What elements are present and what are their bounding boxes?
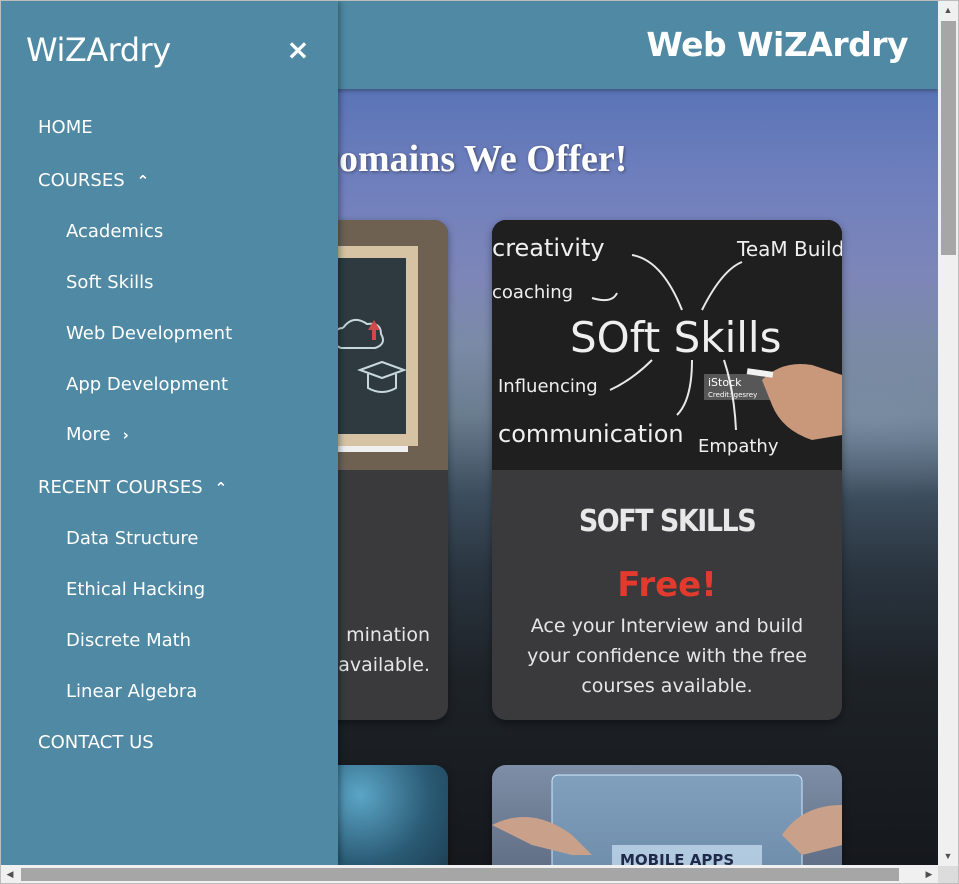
card-desc-soft-skills: Ace your Interview and build your confid…	[527, 615, 807, 697]
sidebar-item-label: Ethical Hacking	[66, 579, 206, 600]
credit-label: Credit: gesrey	[708, 391, 757, 399]
scroll-up-arrow-icon[interactable]: ▲	[938, 1, 958, 19]
mobile-apps-text: MOBILE APPS	[620, 851, 734, 865]
card-image-soft-skills: creativity coaching TeaM Building SOft S…	[492, 220, 842, 470]
word-empathy: Empathy	[698, 436, 779, 457]
sidebar-item-linear-algebra[interactable]: Linear Algebra	[66, 681, 197, 702]
istock-label: iStock	[708, 376, 742, 389]
scroll-left-arrow-icon[interactable]: ◀	[1, 866, 19, 883]
sidebar-item-recent-courses[interactable]: RECENT COURSES ⌃	[38, 477, 227, 498]
chevron-right-icon: ›	[122, 425, 129, 444]
sidebar-item-label: Academics	[66, 221, 164, 242]
sidebar-item-soft-skills[interactable]: Soft Skills	[66, 272, 153, 293]
course-card-soft-skills[interactable]: creativity coaching TeaM Building SOft S…	[492, 220, 842, 720]
sidebar-item-ethical-hacking[interactable]: Ethical Hacking	[66, 579, 205, 600]
sidebar-brand[interactable]: WiZArdry	[26, 31, 171, 69]
sidebar-item-app-development[interactable]: App Development	[66, 374, 228, 395]
sidebar-item-label: Linear Algebra	[66, 681, 198, 702]
sidebar-item-web-development[interactable]: Web Development	[66, 323, 232, 344]
sidebar-item-academics[interactable]: Academics	[66, 221, 163, 242]
word-communication: communication	[498, 420, 684, 448]
sidebar-item-label: CONTACT US	[38, 732, 154, 753]
word-influencing: Influencing	[498, 376, 598, 397]
word-creativity: creativity	[492, 234, 605, 262]
sidebar-drawer: WiZArdry × HOME COURSES ⌃ Academics Soft…	[1, 1, 338, 865]
vertical-scrollbar[interactable]: ▲ ▼	[938, 1, 958, 865]
chevron-up-icon: ⌃	[214, 478, 228, 497]
sidebar-item-label: HOME	[38, 117, 93, 138]
sidebar-item-label: COURSES	[38, 170, 125, 191]
vertical-scroll-thumb[interactable]	[941, 21, 956, 255]
close-icon[interactable]: ×	[285, 36, 311, 64]
site-title[interactable]: Web WiZArdry	[646, 25, 908, 64]
sidebar-item-label: Web Development	[66, 323, 233, 344]
sidebar-item-data-structure[interactable]: Data Structure	[66, 528, 198, 549]
mobile-apps-illustration: MOBILE APPS	[492, 774, 842, 865]
page-viewport: Web WiZArdry Domains We Offer! mination …	[1, 1, 938, 865]
sidebar-item-label: Soft Skills	[66, 272, 154, 293]
sidebar-item-label: More	[66, 424, 111, 445]
card-price-soft-skills: Free!	[617, 565, 717, 605]
soft-skills-chalkboard: creativity coaching TeaM Building SOft S…	[492, 220, 842, 470]
card-image-app: MOBILE APPS	[492, 765, 842, 865]
scrollbar-corner	[938, 866, 958, 883]
course-card-app[interactable]: MOBILE APPS	[492, 765, 842, 865]
scroll-right-arrow-icon[interactable]: ▶	[920, 866, 938, 883]
sidebar-item-home[interactable]: HOME	[38, 117, 93, 138]
sidebar-item-label: App Development	[66, 374, 229, 395]
sidebar-item-courses[interactable]: COURSES ⌃	[38, 170, 149, 191]
card-title-soft-skills: SOFT SKILLS	[578, 504, 757, 539]
sidebar-item-discrete-math[interactable]: Discrete Math	[66, 630, 191, 651]
word-team-building: TeaM Building	[736, 237, 842, 261]
sidebar-item-label: Data Structure	[66, 528, 199, 549]
sidebar-item-contact-us[interactable]: CONTACT US	[38, 732, 154, 753]
sidebar-item-more[interactable]: More ›	[66, 424, 129, 445]
horizontal-scrollbar[interactable]: ◀ ▶	[1, 866, 938, 883]
sidebar-item-label: Discrete Math	[66, 630, 192, 651]
sidebar-item-label: RECENT COURSES	[38, 477, 203, 498]
word-coaching: coaching	[492, 282, 573, 303]
horizontal-scroll-thumb[interactable]	[21, 868, 899, 881]
scroll-down-arrow-icon[interactable]: ▼	[938, 847, 958, 865]
chevron-up-icon: ⌃	[136, 171, 150, 190]
word-soft-skills: SOft Skills	[570, 313, 781, 362]
